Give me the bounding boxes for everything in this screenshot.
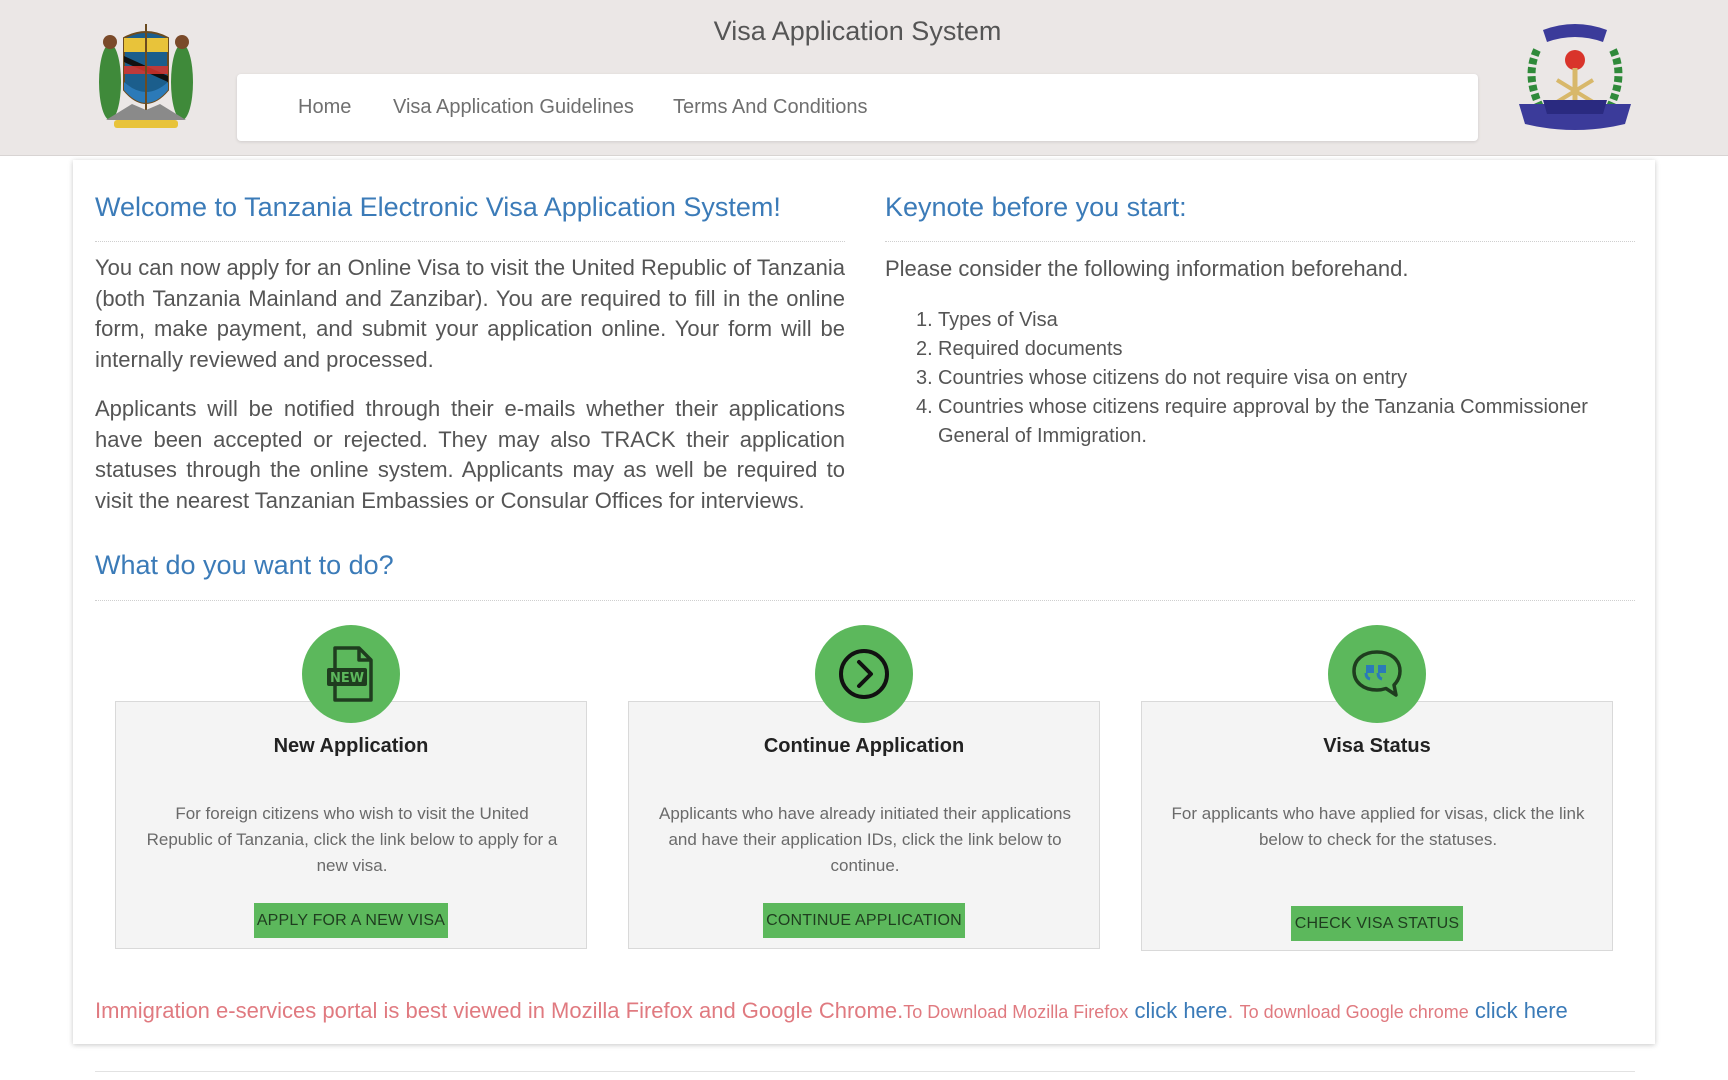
- svg-text:NEW: NEW: [330, 671, 364, 686]
- keynote-intro: Please consider the following informatio…: [885, 256, 1409, 281]
- firefox-download-link[interactable]: click here: [1134, 998, 1227, 1023]
- keynote-divider: [885, 241, 1635, 242]
- continue-application-description: Applicants who have already initiated th…: [658, 804, 1072, 875]
- apply-new-visa-button[interactable]: APPLY FOR A NEW VISA: [254, 903, 448, 938]
- chrome-download-prefix: To download Google chrome: [1239, 1002, 1469, 1022]
- welcome-divider: [95, 241, 845, 242]
- chrome-download-link[interactable]: click here: [1475, 998, 1568, 1023]
- keynote-item-approval-countries[interactable]: 4. Countries whose citizens require appro…: [916, 393, 1618, 451]
- actions-divider: [95, 600, 1635, 601]
- quote-chat-icon: [1328, 625, 1426, 723]
- browser-note-main: Immigration e-services portal is best vi…: [95, 998, 904, 1023]
- visa-status-description: For applicants who have applied for visa…: [1171, 804, 1585, 849]
- keynote-item-visa-exempt-countries[interactable]: 3. Countries whose citizens do not requir…: [916, 364, 1618, 393]
- nav-home-link[interactable]: Home: [298, 96, 351, 119]
- tanzania-immigration-logo: [1515, 20, 1635, 136]
- arrow-right-circle-icon: [815, 625, 913, 723]
- site-title: Visa Application System: [713, 16, 1002, 46]
- welcome-heading: Welcome to Tanzania Electronic Visa Appl…: [95, 192, 781, 222]
- browser-note-separator: .: [1227, 998, 1234, 1023]
- welcome-paragraph-2: Applicants will be notified through thei…: [95, 396, 845, 513]
- keynote-list: 1. Types of Visa 2. Required documents 3. C…: [916, 306, 1618, 451]
- browser-recommendation-note: Immigration e-services portal is best vi…: [95, 998, 1568, 1024]
- footer-divider: [95, 1071, 1635, 1072]
- actions-heading: What do you want to do?: [95, 550, 394, 580]
- new-application-description: For foreign citizens who wish to visit t…: [146, 804, 558, 875]
- keynote-heading: Keynote before you start:: [885, 192, 1187, 222]
- keynote-item-visa-types[interactable]: 1. Types of Visa: [916, 306, 1618, 335]
- site-header: Visa Application System Home Visa Applic…: [0, 0, 1728, 156]
- continue-application-button[interactable]: CONTINUE APPLICATION: [763, 903, 965, 938]
- welcome-paragraph-1: You can now apply for an Online Visa to …: [95, 255, 845, 372]
- nav-terms-conditions-link[interactable]: Terms And Conditions: [673, 96, 868, 119]
- visa-status-title: Visa Status: [1323, 735, 1431, 757]
- continue-application-title: Continue Application: [763, 735, 965, 757]
- nav-visa-guidelines-link[interactable]: Visa Application Guidelines: [393, 96, 634, 119]
- new-document-icon: NEW: [302, 625, 400, 723]
- new-application-title: New Application: [273, 735, 429, 757]
- check-visa-status-button[interactable]: CHECK VISA STATUS: [1291, 906, 1463, 941]
- keynote-item-required-documents[interactable]: 2. Required documents: [916, 335, 1618, 364]
- firefox-download-prefix: To Download Mozilla Firefox: [903, 1002, 1129, 1022]
- main-navigation: Home Visa Application Guidelines Terms A…: [237, 74, 1478, 141]
